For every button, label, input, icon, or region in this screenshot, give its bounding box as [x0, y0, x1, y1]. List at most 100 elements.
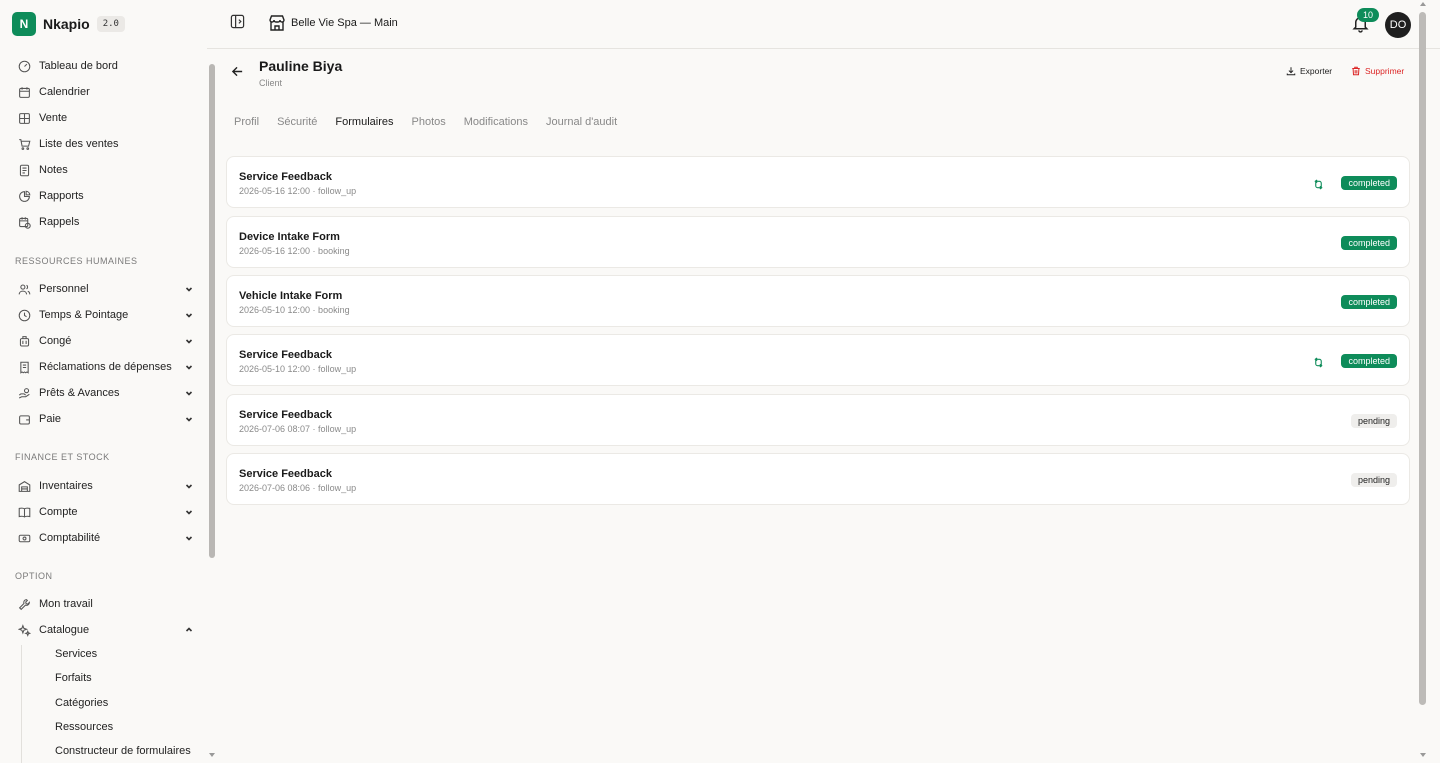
- main-scroll-up-arrow[interactable]: [1420, 2, 1426, 6]
- form-title: Device Intake Form: [239, 231, 340, 243]
- sidebar-item-loans[interactable]: Prêts & Avances: [18, 382, 194, 404]
- sidebar-item-reminders[interactable]: Rappels: [18, 211, 194, 233]
- sidebar-item-time-tracking[interactable]: Temps & Pointage: [18, 304, 194, 326]
- sidebar: N Nkapio 2.0 Tableau de bord Calendrier …: [0, 0, 207, 763]
- wrench-icon: [18, 598, 31, 611]
- notification-count-badge: 10: [1357, 8, 1380, 22]
- sidebar-scrollbar[interactable]: [209, 64, 215, 558]
- tab-modifications[interactable]: Modifications: [464, 116, 528, 128]
- delete-label: Supprimer: [1365, 66, 1405, 76]
- main-scrollbar[interactable]: [1419, 12, 1426, 705]
- chevron-down-icon: [184, 362, 194, 372]
- chevron-down-icon: [184, 533, 194, 543]
- banknote-icon: [18, 532, 31, 545]
- sidebar-item-label: Notes: [39, 164, 68, 176]
- chevron-down-icon: [184, 507, 194, 517]
- section-title-hr: RESSOURCES HUMAINES: [15, 256, 138, 266]
- page-title: Pauline Biya: [259, 58, 343, 74]
- sidebar-item-leave[interactable]: Congé: [18, 330, 194, 352]
- chevron-down-icon: [184, 414, 194, 424]
- page-subtitle: Client: [259, 78, 283, 88]
- section-title-finance: FINANCE ET STOCK: [15, 452, 110, 462]
- main-scroll-down-arrow[interactable]: [1420, 753, 1426, 757]
- sidebar-item-calendar[interactable]: Calendrier: [18, 81, 194, 103]
- sidebar-item-label: Rapports: [39, 190, 84, 202]
- store-selector[interactable]: Belle Vie Spa — Main: [291, 17, 398, 29]
- store-icon: [268, 14, 286, 32]
- sidebar-item-sale[interactable]: Vente: [18, 107, 194, 129]
- warehouse-icon: [18, 480, 31, 493]
- form-row[interactable]: Service Feedback 2026-05-10 12:00 · foll…: [226, 334, 1410, 386]
- sidebar-item-payroll[interactable]: Paie: [18, 408, 194, 430]
- export-button[interactable]: Exporter: [1286, 66, 1332, 76]
- sidebar-item-label: Temps & Pointage: [39, 309, 129, 321]
- form-row[interactable]: Service Feedback 2026-07-06 08:07 · foll…: [226, 394, 1410, 446]
- tab-forms[interactable]: Formulaires: [335, 116, 393, 128]
- form-meta: 2026-07-06 08:06 · follow_up: [239, 483, 357, 493]
- sidebar-item-label: Paie: [39, 413, 62, 425]
- back-arrow-icon[interactable]: [231, 65, 244, 78]
- sidebar-item-staff[interactable]: Personnel: [18, 278, 194, 300]
- sidebar-item-account[interactable]: Compte: [18, 501, 194, 523]
- toggle-sidebar-icon[interactable]: [230, 14, 245, 29]
- sidebar-item-label: Prêts & Avances: [39, 387, 120, 399]
- form-row[interactable]: Device Intake Form 2026-05-16 12:00 · bo…: [226, 216, 1410, 268]
- sidebar-item-expense-claims[interactable]: Réclamations de dépenses: [18, 356, 194, 378]
- sidebar-subitem-categories[interactable]: Catégories: [55, 697, 108, 709]
- gauge-icon: [18, 60, 31, 73]
- brand-name: Nkapio: [43, 16, 90, 32]
- chevron-down-icon: [184, 388, 194, 398]
- tab-photos[interactable]: Photos: [412, 116, 446, 128]
- sync-icon[interactable]: [1313, 177, 1324, 190]
- sidebar-item-label: Congé: [39, 335, 72, 347]
- download-icon: [1286, 67, 1296, 76]
- sidebar-item-label: Comptabilité: [39, 532, 101, 544]
- sidebar-subitem-resources[interactable]: Ressources: [55, 721, 113, 733]
- sidebar-subitem-services[interactable]: Services: [55, 648, 97, 660]
- sidebar-item-label: Réclamations de dépenses: [39, 361, 172, 373]
- tab-audit-log[interactable]: Journal d'audit: [546, 116, 617, 128]
- sidebar-item-label: Tableau de bord: [39, 60, 118, 72]
- form-meta: 2026-05-16 12:00 · follow_up: [239, 186, 357, 196]
- sidebar-item-label: Vente: [39, 112, 68, 124]
- sync-icon[interactable]: [1313, 355, 1324, 368]
- sidebar-item-reports[interactable]: Rapports: [18, 185, 194, 207]
- form-row[interactable]: Service Feedback 2026-05-16 12:00 · foll…: [226, 156, 1410, 208]
- sidebar-item-notes[interactable]: Notes: [18, 159, 194, 181]
- trash-icon: [1352, 66, 1360, 76]
- sidebar-item-catalogue[interactable]: Catalogue: [18, 619, 194, 641]
- brand[interactable]: N Nkapio 2.0: [12, 12, 125, 36]
- users-icon: [18, 283, 31, 296]
- sidebar-item-my-work[interactable]: Mon travail: [18, 593, 194, 615]
- book-icon: [18, 506, 31, 519]
- sidebar-subitem-packages[interactable]: Forfaits: [55, 672, 92, 684]
- cart-icon: [18, 138, 31, 151]
- form-title: Vehicle Intake Form: [239, 290, 343, 302]
- sidebar-item-inventory[interactable]: Inventaires: [18, 475, 194, 497]
- chevron-down-icon: [184, 284, 194, 294]
- header-divider: [207, 48, 1440, 49]
- tab-profile[interactable]: Profil: [234, 116, 259, 128]
- sidebar-item-dashboard[interactable]: Tableau de bord: [18, 55, 194, 77]
- form-title: Service Feedback: [239, 171, 332, 183]
- avatar[interactable]: DO: [1385, 12, 1411, 38]
- tab-security[interactable]: Sécurité: [277, 116, 317, 128]
- status-badge: completed: [1341, 176, 1397, 190]
- pos-grid-icon: [18, 112, 31, 125]
- sidebar-item-sales-list[interactable]: Liste des ventes: [18, 133, 194, 155]
- form-title: Service Feedback: [239, 468, 332, 480]
- sidebar-item-accounting[interactable]: Comptabilité: [18, 527, 194, 549]
- sidebar-scroll-down-arrow[interactable]: [209, 753, 215, 757]
- version-badge: 2.0: [96, 16, 125, 32]
- form-meta: 2026-05-16 12:00 · booking: [239, 246, 350, 256]
- chevron-down-icon: [184, 481, 194, 491]
- sidebar-item-label: Calendrier: [39, 86, 90, 98]
- pie-chart-icon: [18, 190, 31, 203]
- delete-button[interactable]: Supprimer: [1351, 66, 1404, 76]
- sidebar-item-label: Compte: [39, 506, 78, 518]
- status-badge: completed: [1341, 236, 1397, 250]
- form-row[interactable]: Vehicle Intake Form 2026-05-10 12:00 · b…: [226, 275, 1410, 327]
- sidebar-subitem-form-builder[interactable]: Constructeur de formulaires: [55, 745, 191, 757]
- chevron-down-icon: [184, 336, 194, 346]
- form-row[interactable]: Service Feedback 2026-07-06 08:06 · foll…: [226, 453, 1410, 505]
